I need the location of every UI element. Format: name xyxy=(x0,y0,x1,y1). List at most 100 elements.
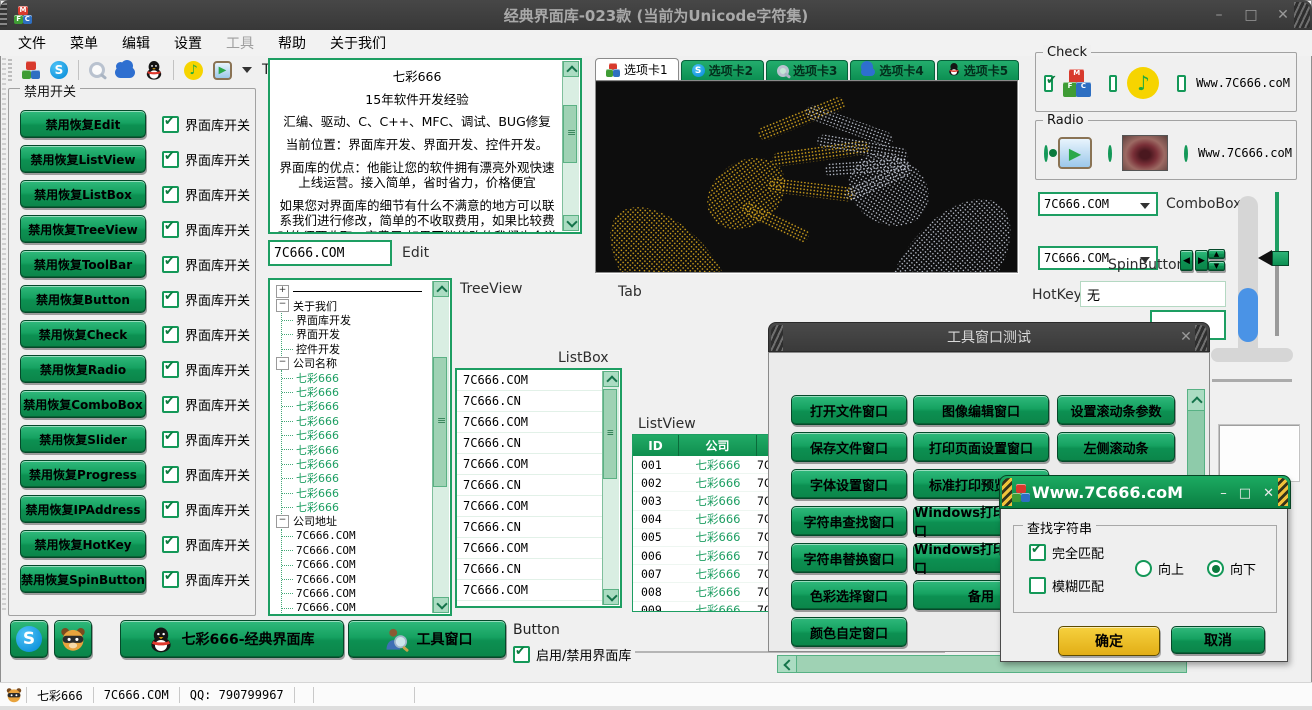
list-item[interactable]: 7C666.COM xyxy=(457,496,604,517)
tree-leaf[interactable]: 七彩666 xyxy=(282,471,432,485)
tab-1[interactable]: 选项卡1 xyxy=(595,58,679,80)
disable-button-7[interactable]: 禁用恢复Check xyxy=(20,320,146,348)
table-row[interactable]: 007七彩6667C6 xyxy=(633,565,789,583)
cloud-icon[interactable] xyxy=(115,67,135,78)
scroll-down-icon[interactable] xyxy=(603,589,619,605)
table-row[interactable]: 006七彩6667C6 xyxy=(633,547,789,565)
tool-button-左侧滚动条[interactable]: 左侧滚动条 xyxy=(1057,432,1175,462)
main-qq-button[interactable]: 七彩666-经典界面库 xyxy=(120,620,344,658)
tool-button-色彩选择窗口[interactable]: 色彩选择窗口 xyxy=(791,580,907,610)
search-icon[interactable] xyxy=(89,62,105,78)
list-item[interactable]: 7C666.CN xyxy=(457,391,604,412)
tree-collapse-icon[interactable]: − xyxy=(276,299,289,312)
library-switch-checkbox[interactable] xyxy=(162,326,179,343)
mfc-icon[interactable] xyxy=(22,61,40,79)
edit-input[interactable]: 7C666.COM xyxy=(268,240,392,266)
raccoon-button[interactable] xyxy=(54,620,92,658)
tree-expand-icon[interactable]: + xyxy=(276,285,289,298)
scroll-down-icon[interactable] xyxy=(433,597,449,613)
menu-item-菜单[interactable]: 菜单 xyxy=(70,33,98,53)
tree-leaf[interactable]: 7C666.COM xyxy=(282,543,432,557)
scroll-up-icon[interactable] xyxy=(1188,390,1204,411)
scroll-thumb[interactable] xyxy=(1238,288,1258,342)
ok-button[interactable]: 确定 xyxy=(1058,626,1160,656)
fuzzy-match-checkbox[interactable] xyxy=(1029,577,1046,594)
tab-4[interactable]: 选项卡4 xyxy=(850,60,934,80)
list-item[interactable]: 7C666.COM xyxy=(457,370,604,391)
column-header[interactable]: 公司 xyxy=(679,435,757,456)
disable-button-6[interactable]: 禁用恢复Button xyxy=(20,285,146,313)
library-switch-checkbox[interactable] xyxy=(162,291,179,308)
library-switch-checkbox[interactable] xyxy=(162,466,179,483)
vertical-scrollbar[interactable] xyxy=(1238,196,1258,360)
table-row[interactable]: 003七彩6667C6 xyxy=(633,492,789,510)
tree-leaf[interactable]: 七彩666 xyxy=(282,399,432,413)
table-row[interactable]: 008七彩6667C6 xyxy=(633,583,789,601)
maximize-button[interactable]: □ xyxy=(1239,486,1251,501)
minimize-button[interactable]: – xyxy=(1220,486,1227,501)
checkbox-mfc[interactable] xyxy=(1044,75,1053,92)
tool-window-button[interactable]: 工具窗口 xyxy=(348,620,506,658)
tree-node[interactable]: −关于我们 xyxy=(276,298,432,312)
radio-photo[interactable] xyxy=(1108,145,1112,162)
tool-button-图像编辑窗口[interactable]: 图像编辑窗口 xyxy=(913,395,1049,425)
tab-5[interactable]: 选项卡5 xyxy=(937,60,1019,80)
tree-leaf[interactable]: 7C666.COM xyxy=(282,529,432,543)
cancel-button[interactable]: 取消 xyxy=(1171,626,1265,654)
list-item[interactable]: 7C666.COM xyxy=(457,412,604,433)
library-switch-checkbox[interactable] xyxy=(162,221,179,238)
list-item[interactable]: 7C666.COM xyxy=(457,538,604,559)
list-item[interactable]: 7C666.CN xyxy=(457,433,604,454)
toolbar-dropdown-icon[interactable] xyxy=(242,67,252,73)
toolbar-grip[interactable] xyxy=(8,59,12,81)
table-row[interactable]: 009七彩6667C6 xyxy=(633,602,789,613)
disable-button-11[interactable]: 禁用恢复Progress xyxy=(20,460,146,488)
tree-leaf[interactable]: 7C666.COM xyxy=(282,601,432,615)
library-switch-checkbox[interactable] xyxy=(162,186,179,203)
menu-item-帮助[interactable]: 帮助 xyxy=(278,33,306,53)
tree-leaf[interactable]: 七彩666 xyxy=(282,414,432,428)
tool-window-titlebar[interactable]: 工具窗口测试 ✕ xyxy=(768,322,1210,352)
tab-3[interactable]: 选项卡3 xyxy=(766,60,848,80)
library-switch-checkbox[interactable] xyxy=(162,431,179,448)
tree-leaf[interactable]: 七彩666 xyxy=(282,442,432,456)
scroll-thumb[interactable] xyxy=(603,389,617,479)
tool-button-打印页面设置窗口[interactable]: 打印页面设置窗口 xyxy=(913,432,1049,462)
tree-leaf[interactable]: 七彩666 xyxy=(282,485,432,499)
tree-leaf[interactable]: 七彩666 xyxy=(282,428,432,442)
checkbox-music[interactable] xyxy=(1109,75,1118,92)
title-bar[interactable]: MFC 经典界面库-023款 (当前为Unicode字符集) – □ ✕ xyxy=(0,0,1312,30)
close-icon[interactable]: ✕ xyxy=(1177,329,1195,345)
tree-node[interactable]: −公司地址 xyxy=(276,514,432,528)
skype-icon[interactable]: S xyxy=(50,61,68,79)
spin-down-icon[interactable]: ▼ xyxy=(1208,261,1225,271)
column-header[interactable]: ID xyxy=(633,435,679,456)
menu-item-关于我们[interactable]: 关于我们 xyxy=(330,33,386,53)
tool-button-颜色自定窗口[interactable]: 颜色自定窗口 xyxy=(791,617,907,647)
exact-match-checkbox[interactable] xyxy=(1029,544,1046,561)
tree-leaf[interactable]: 界面库开发 xyxy=(282,313,432,327)
list-item[interactable]: 7C666.CN xyxy=(457,559,604,580)
about-textbox[interactable]: 七彩66615年软件开发经验汇编、驱动、C、C++、MFC、调试、BUG修复当前… xyxy=(268,58,582,234)
disable-button-3[interactable]: 禁用恢复ListBox xyxy=(20,180,146,208)
maximize-button[interactable]: □ xyxy=(1242,7,1260,23)
slider-track-upper[interactable] xyxy=(1275,192,1279,258)
library-switch-checkbox[interactable] xyxy=(162,361,179,378)
tree-collapse-icon[interactable]: − xyxy=(276,357,289,370)
tree-leaf[interactable]: 7C666.COM xyxy=(282,586,432,600)
table-row[interactable]: 005七彩6667C6 xyxy=(633,529,789,547)
menu-item-编辑[interactable]: 编辑 xyxy=(122,33,150,53)
library-switch-checkbox[interactable] xyxy=(162,571,179,588)
listview[interactable]: ID公司 001七彩6667C6002七彩6667C6003七彩6667C600… xyxy=(632,434,790,612)
checkbox-text[interactable] xyxy=(1177,75,1186,92)
disable-button-8[interactable]: 禁用恢复Radio xyxy=(20,355,146,383)
treeview[interactable]: +−关于我们界面库开发界面开发控件开发−公司名称七彩666七彩666七彩666七… xyxy=(268,278,452,616)
tree-leaf[interactable]: 七彩666 xyxy=(282,385,432,399)
scroll-up-icon[interactable] xyxy=(603,371,619,387)
up-radio[interactable] xyxy=(1135,560,1152,577)
tree-leaf[interactable]: 控件开发 xyxy=(282,342,432,356)
music-icon[interactable]: ♪ xyxy=(184,61,203,80)
library-switch-checkbox[interactable] xyxy=(162,396,179,413)
skype-button[interactable]: S xyxy=(10,620,48,658)
list-item[interactable]: 7C666.COM xyxy=(457,580,604,601)
